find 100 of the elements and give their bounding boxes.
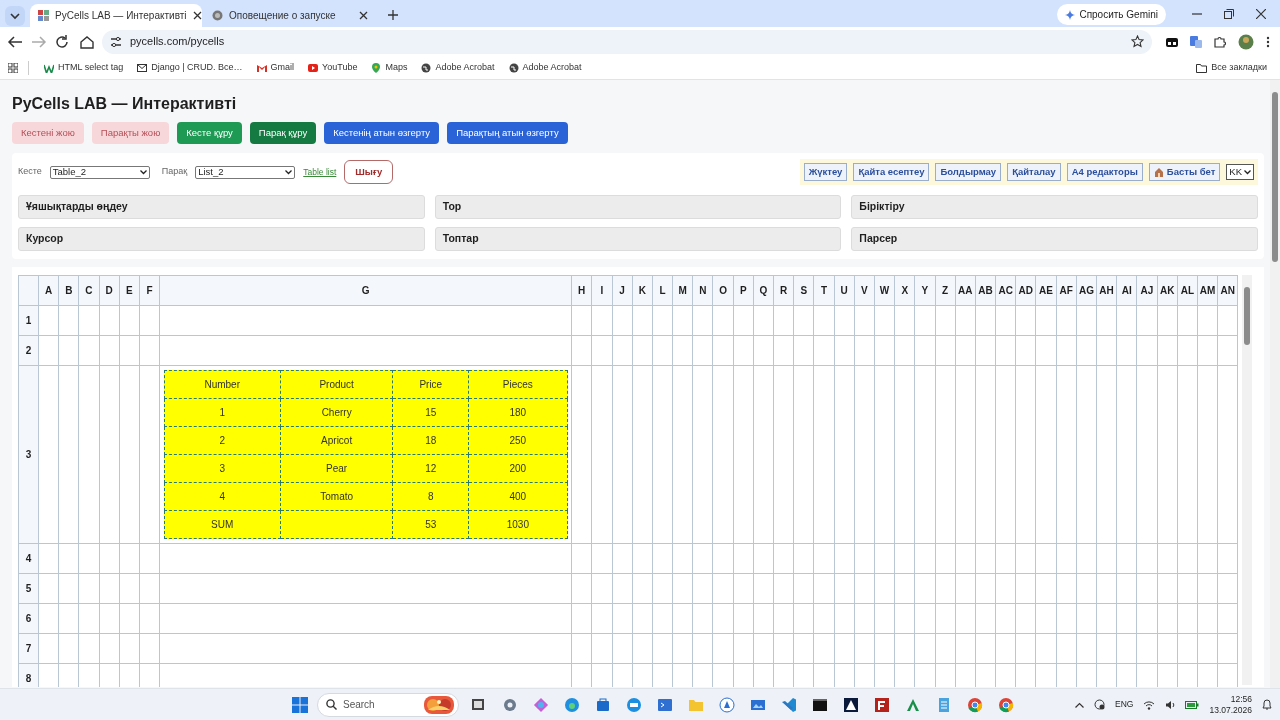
section-header[interactable]: Тор: [434, 195, 842, 219]
toolbar-button[interactable]: Болдырмау: [935, 163, 1002, 182]
bookmark[interactable]: YouTube: [303, 58, 363, 77]
column-header[interactable]: AL: [1177, 275, 1198, 306]
column-header[interactable]: AN: [1217, 275, 1238, 306]
table-list-link[interactable]: Table list: [303, 165, 337, 179]
section-header[interactable]: Парсер: [851, 227, 1258, 251]
column-header[interactable]: G: [159, 275, 572, 306]
bookmark[interactable]: HTML select tag: [39, 58, 129, 77]
puzzle-icon[interactable]: [1214, 35, 1226, 48]
column-header[interactable]: S: [793, 275, 814, 306]
home-icon[interactable]: [78, 34, 96, 49]
action-button[interactable]: Парақ құру: [249, 122, 317, 144]
column-header[interactable]: F: [139, 275, 160, 306]
extension-icon[interactable]: [1166, 35, 1178, 48]
address-bar[interactable]: pycells.com/pycells: [102, 29, 1152, 54]
bookmark[interactable]: Adobe Acrobat: [503, 58, 587, 77]
chrome-icon[interactable]: [967, 696, 983, 713]
clock-time[interactable]: 12:56: [1230, 693, 1252, 705]
row-header[interactable]: 5: [18, 573, 39, 604]
column-header[interactable]: K: [632, 275, 653, 306]
column-header[interactable]: Q: [753, 275, 774, 306]
restore-icon[interactable]: [1224, 9, 1234, 19]
column-header[interactable]: AJ: [1136, 275, 1158, 306]
star-icon[interactable]: [1131, 35, 1144, 48]
speaker-icon[interactable]: [1165, 699, 1176, 710]
action-button[interactable]: Парақтың атын өзгерту: [447, 122, 568, 144]
dropdown[interactable]: List_2: [195, 165, 296, 179]
column-header[interactable]: B: [58, 275, 79, 306]
section-header[interactable]: Топтар: [434, 227, 842, 251]
bookmark[interactable]: Django | CRUD. Все…: [132, 58, 248, 77]
site-settings-icon[interactable]: [110, 35, 122, 48]
gemini-button[interactable]: Спросить Gemini: [1057, 4, 1166, 25]
column-header[interactable]: W: [874, 275, 895, 306]
chevron-up-icon[interactable]: [1075, 701, 1085, 708]
action-button[interactable]: Кестенің атын өзгерту: [324, 122, 440, 144]
column-header[interactable]: C: [78, 275, 100, 306]
column-header[interactable]: Z: [935, 275, 956, 306]
column-header[interactable]: A: [38, 275, 59, 306]
search-field[interactable]: Search: [317, 692, 459, 717]
column-header[interactable]: AF: [1056, 275, 1077, 306]
scrollbar[interactable]: [1270, 80, 1280, 688]
column-header[interactable]: U: [834, 275, 855, 306]
column-header[interactable]: AB: [975, 275, 996, 306]
code-editor-icon[interactable]: [781, 696, 797, 713]
bookmark[interactable]: Adobe Acrobat: [416, 58, 500, 77]
action-button[interactable]: Парақты жою: [91, 122, 170, 144]
new-tab-icon[interactable]: [388, 10, 398, 20]
back-arrow-icon[interactable]: [6, 34, 24, 49]
exit-button[interactable]: Шығу: [344, 160, 394, 185]
windows-logo-icon[interactable]: [292, 696, 308, 713]
column-header[interactable]: AI: [1116, 275, 1137, 306]
browser-tab[interactable]: Оповещение о запуске: [204, 4, 376, 27]
gear-icon[interactable]: [502, 696, 518, 713]
column-header[interactable]: P: [733, 275, 754, 306]
column-header[interactable]: AG: [1076, 275, 1097, 306]
toolbar-button[interactable]: Қайталау: [1007, 163, 1061, 182]
row-header[interactable]: 7: [18, 633, 39, 664]
tab-list-icon[interactable]: [4, 5, 26, 27]
chrome-icon[interactable]: [998, 696, 1014, 713]
more-icon[interactable]: [1266, 35, 1270, 48]
column-header[interactable]: Y: [914, 275, 935, 306]
language-select[interactable]: KK: [1226, 164, 1254, 181]
column-header[interactable]: E: [119, 275, 140, 306]
row-header[interactable]: 8: [18, 663, 39, 687]
row-header[interactable]: 3: [18, 365, 39, 544]
column-header[interactable]: L: [652, 275, 673, 306]
column-header[interactable]: R: [773, 275, 794, 306]
column-header[interactable]: N: [692, 275, 713, 306]
row-header[interactable]: 6: [18, 603, 39, 634]
section-header[interactable]: Біріктіру: [851, 195, 1258, 219]
row-header[interactable]: 4: [18, 543, 39, 574]
section-header[interactable]: Ұяшықтарды өңдеу: [18, 195, 425, 219]
column-header[interactable]: V: [854, 275, 875, 306]
file-transfer-icon[interactable]: [874, 696, 890, 713]
avatar-icon[interactable]: [1238, 33, 1254, 50]
language-indicator[interactable]: ENG: [1115, 698, 1134, 711]
toolbar-button[interactable]: Қайта есептеу: [853, 163, 930, 182]
scrollbar[interactable]: [1242, 274, 1252, 685]
column-header[interactable]: J: [612, 275, 633, 306]
terminal-icon[interactable]: [812, 696, 828, 713]
window-icon[interactable]: [471, 696, 487, 713]
column-header[interactable]: AK: [1157, 275, 1178, 306]
section-header[interactable]: Курсор: [18, 227, 425, 251]
apps-grid-icon[interactable]: [8, 62, 18, 73]
bookmark[interactable]: Все закладки: [1191, 58, 1272, 77]
browser-tab[interactable]: PyCells LAB — Интерактивті: [30, 4, 202, 27]
column-header[interactable]: T: [813, 275, 835, 306]
column-header[interactable]: AC: [995, 275, 1016, 306]
column-header[interactable]: H: [571, 275, 592, 306]
battery-icon[interactable]: [1185, 700, 1200, 709]
bell-icon[interactable]: [1262, 699, 1272, 710]
toolbar-button[interactable]: Жүктеу: [803, 163, 848, 182]
mountain-icon[interactable]: [843, 696, 859, 713]
clock-date[interactable]: 13.07.2026: [1209, 704, 1252, 716]
row-header[interactable]: 2: [18, 335, 39, 366]
column-header[interactable]: AE: [1035, 275, 1057, 306]
column-header[interactable]: M: [672, 275, 693, 306]
toolbar-button[interactable]: Басты бет: [1148, 163, 1221, 182]
scrollbar-thumb[interactable]: [1272, 92, 1278, 262]
